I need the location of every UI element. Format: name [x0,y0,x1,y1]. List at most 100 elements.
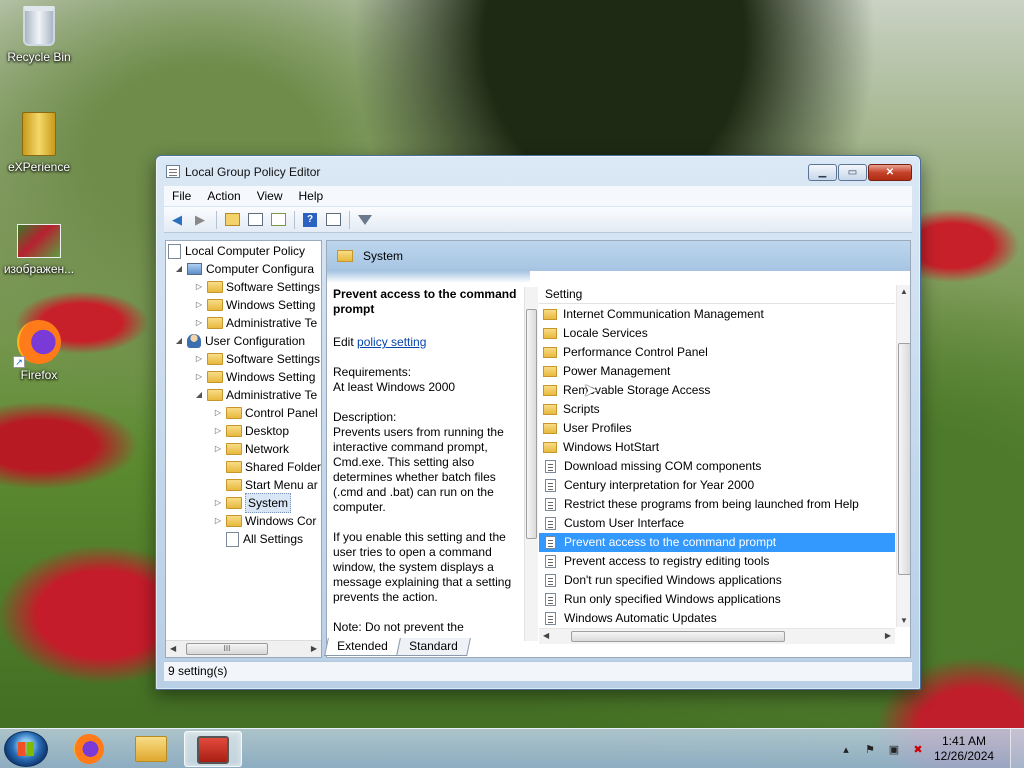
column-header-setting[interactable]: Setting [539,285,895,304]
list-item[interactable]: Don't run specified Windows applications [539,571,895,590]
tree-item[interactable]: ▷ Administrative Te [194,314,317,332]
desktop-icon-image[interactable]: изображен... [1,224,77,276]
taskbar-explorer[interactable] [122,731,180,767]
help-icon[interactable]: ? [299,210,321,230]
volume-muted-icon[interactable]: ✖ [910,742,926,756]
maximize-button[interactable]: ▭ [838,164,867,181]
tree-item-label: User Configuration [205,334,306,348]
expand-arrow-icon[interactable]: ▷ [194,368,204,386]
back-arrow-icon[interactable]: ◀ [166,210,188,230]
network-icon[interactable]: ▣ [886,742,902,756]
start-button[interactable] [4,731,48,767]
action-center-flag-icon[interactable]: ⚑ [862,742,878,756]
list-vertical-scrollbar[interactable]: ▲ ▼ [896,285,910,627]
description-scrollbar[interactable] [524,287,538,641]
tree-item[interactable]: ◢ Administrative Te [194,386,317,404]
tree-item-system[interactable]: ▷ System [213,493,292,513]
list-item[interactable]: Run only specified Windows applications [539,590,895,609]
export-list-icon[interactable] [267,210,289,230]
list-item[interactable]: Windows Automatic Updates [539,609,895,627]
expand-arrow-icon[interactable]: ▷ [194,350,204,368]
tree-item[interactable]: ◢ Computer Configura [174,260,314,278]
collapse-arrow-icon[interactable]: ◢ [194,386,204,404]
taskbar-group-policy-editor[interactable] [184,731,242,767]
expand-arrow-icon[interactable]: ▷ [194,314,204,332]
desktop-icon-firefox[interactable]: ↗ Firefox [1,320,77,382]
expand-arrow-icon[interactable]: ▷ [194,296,204,314]
tree-item[interactable]: ▷ Software Settings [194,350,320,368]
list-item[interactable]: Restrict these programs from being launc… [539,495,895,514]
collapse-arrow-icon[interactable]: ◢ [174,260,184,278]
list-horizontal-scrollbar[interactable]: ◀ ▶ [539,628,895,644]
list-item[interactable]: Prevent access to registry editing tools [539,552,895,571]
taskbar-firefox[interactable] [60,731,118,767]
scroll-up-icon[interactable]: ▲ [900,287,908,296]
tree-item[interactable]: ▷ Software Settings [194,278,320,296]
list-item-label: Locale Services [563,326,648,340]
tree-item[interactable]: ▷ Windows Setting [194,296,315,314]
expand-arrow-icon[interactable]: ▷ [213,404,223,422]
menu-view[interactable]: View [249,189,291,203]
tree-item[interactable]: ▷ Windows Setting [194,368,315,386]
scroll-left-icon[interactable]: ◀ [170,644,176,653]
policy-setting-icon [545,517,556,530]
up-folder-icon[interactable] [221,210,243,230]
collapse-arrow-icon[interactable]: ◢ [174,332,184,350]
scroll-thumb[interactable] [898,343,910,575]
minimize-button[interactable]: ▁ [808,164,837,181]
list-item[interactable]: Scripts [539,400,895,419]
expand-arrow-icon[interactable]: ▷ [213,440,223,458]
filter-icon[interactable] [354,210,376,230]
desktop-icon-experience[interactable]: eXPerience [1,112,77,174]
show-hidden-icons-arrow[interactable]: ▴ [838,742,854,756]
tree-item[interactable]: Shared Folder [213,458,321,476]
title-bar[interactable]: Local Group Policy Editor ▁ ▭ ✕ [156,156,920,186]
tab-extended[interactable]: Extended [324,638,401,656]
menu-action[interactable]: Action [199,189,248,203]
list-item[interactable]: Power Management [539,362,895,381]
tree-item[interactable]: Start Menu ar [213,476,318,494]
list-item-selected[interactable]: Prevent access to the command prompt [539,533,895,552]
scroll-right-icon[interactable]: ▶ [311,644,317,653]
close-button[interactable]: ✕ [868,164,912,181]
list-item[interactable]: Internet Communication Management [539,305,895,324]
forward-arrow-icon[interactable]: ▶ [189,210,211,230]
tree-item[interactable]: ◢ User Configuration [174,332,305,350]
expand-arrow-icon[interactable]: ▷ [213,494,223,512]
clock[interactable]: 1:41 AM 12/26/2024 [934,734,994,764]
list-item[interactable]: Locale Services [539,324,895,343]
show-desktop-button[interactable] [1010,729,1024,768]
scroll-thumb[interactable] [526,309,537,539]
edit-policy-setting-link[interactable]: policy setting [357,335,426,349]
tree-item[interactable]: Local Computer Policy [168,242,305,260]
menu-help[interactable]: Help [291,189,332,203]
list-item[interactable]: Century interpretation for Year 2000 [539,476,895,495]
tree-horizontal-scrollbar[interactable]: ◀ III ▶ [166,640,321,657]
properties-icon[interactable] [322,210,344,230]
tree-item[interactable]: ▷ Network [213,440,289,458]
tab-standard[interactable]: Standard [395,638,471,656]
list-item[interactable]: Download missing COM components [539,457,895,476]
settings-list[interactable]: Internet Communication Management Locale… [539,305,895,627]
folder-icon [543,328,557,339]
tree-item[interactable]: ▷ Desktop [213,422,289,440]
scroll-thumb[interactable] [571,631,785,642]
scroll-thumb[interactable]: III [186,643,268,655]
tree-item[interactable]: All Settings [213,530,303,548]
list-item[interactable]: Windows HotStart [539,438,895,457]
tree-item[interactable]: ▷ Control Panel [213,404,318,422]
scroll-down-icon[interactable]: ▼ [900,616,908,625]
show-hide-tree-icon[interactable] [244,210,266,230]
expand-arrow-icon[interactable]: ▷ [213,422,223,440]
scroll-right-icon[interactable]: ▶ [885,631,891,640]
tree-item[interactable]: ▷ Windows Cor [213,512,316,530]
expand-arrow-icon[interactable]: ▷ [194,278,204,296]
menu-file[interactable]: File [164,189,199,203]
expand-arrow-icon[interactable]: ▷ [213,512,223,530]
scroll-left-icon[interactable]: ◀ [543,631,549,640]
list-item[interactable]: Performance Control Panel [539,343,895,362]
list-item[interactable]: Custom User Interface [539,514,895,533]
console-tree[interactable]: Local Computer Policy ◢ Computer Configu… [165,240,322,658]
desktop-icon-recycle-bin[interactable]: Recycle Bin [1,6,77,64]
list-item[interactable]: User Profiles [539,419,895,438]
